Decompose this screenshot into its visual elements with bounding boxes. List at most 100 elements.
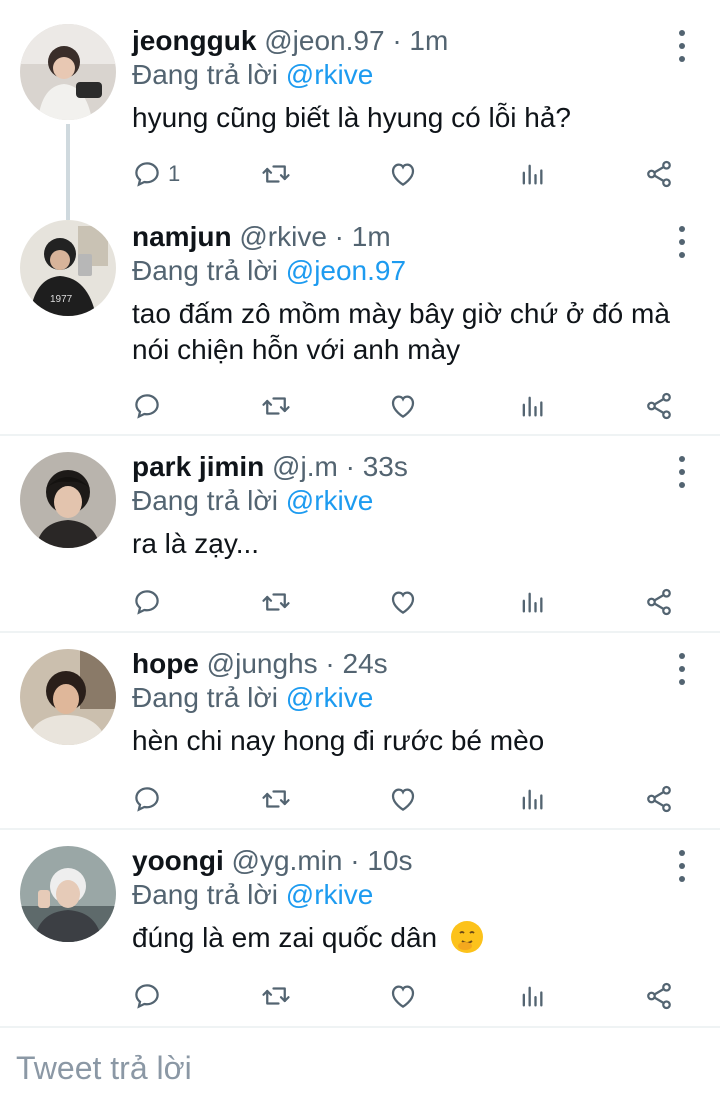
tweet-text: tao đấm zô mồm mày bây giờ chứ ở đó mà n… [132,298,670,365]
retweet-icon [262,165,290,183]
separator: · [334,221,344,252]
separator: · [345,451,355,482]
avatar[interactable] [20,846,116,942]
retweet-button[interactable] [260,976,292,1016]
separator: · [350,845,360,876]
retweet-button[interactable] [260,154,292,194]
reply-icon [135,984,159,1009]
user-handle[interactable]: @jeon.97 [264,25,384,56]
heart-icon [391,985,415,1008]
more-options-icon[interactable] [670,653,694,685]
analytics-button[interactable] [518,582,546,622]
more-options-icon[interactable] [670,226,694,258]
analytics-icon [522,789,543,810]
share-button[interactable] [644,154,674,194]
tweet-actions [132,976,692,1016]
display-name[interactable]: park jimin [132,451,264,482]
timestamp[interactable]: 10s [367,845,412,876]
share-button[interactable] [644,582,674,622]
reply-button[interactable] [132,976,168,1016]
reply-icon [135,162,159,187]
replying-to-label: Đang trả lời [132,59,278,90]
like-button[interactable] [388,154,418,194]
timestamp[interactable]: 1m [352,221,391,252]
like-button[interactable] [388,976,418,1016]
share-icon [647,785,671,813]
tweet-text-content: đúng là em zai quốc dân [132,922,438,953]
heart-icon [391,591,415,614]
replying-to-label: Đang trả lời [132,682,278,713]
more-options-icon[interactable] [670,456,694,488]
tweet-namjun[interactable]: 1977 namjun @rkive · 1m Đang trả lời @je… [0,196,720,434]
more-options-icon[interactable] [670,850,694,882]
share-icon [647,392,671,420]
avatar[interactable] [20,649,116,745]
retweet-button[interactable] [260,582,292,622]
tweet-header: namjun @rkive · 1m [132,220,391,254]
tweet-text: hyung cũng biết là hyung có lỗi hả? [132,102,571,133]
replying-to: Đang trả lời @rkive [132,681,373,715]
timestamp[interactable]: 33s [363,451,408,482]
analytics-button[interactable] [518,779,546,819]
analytics-button[interactable] [518,386,546,426]
display-name[interactable]: yoongi [132,845,224,876]
share-icon [647,160,671,188]
replying-to: Đang trả lời @rkive [132,878,373,912]
display-name[interactable]: jeongguk [132,25,256,56]
like-button[interactable] [388,386,418,426]
mention-link[interactable]: @jeon.97 [286,255,406,286]
tweet-hope[interactable]: hope @junghs · 24s Đang trả lời @rkive h… [0,623,720,829]
tweet-actions [132,582,692,622]
tweet-text: hèn chi nay hong đi rước bé mèo [132,725,545,756]
separator: · [392,25,402,56]
analytics-icon [522,592,543,613]
reply-input[interactable]: Tweet trả lời [16,1050,192,1087]
share-icon [647,982,671,1010]
user-handle[interactable]: @j.m [272,451,338,482]
timestamp[interactable]: 24s [343,648,388,679]
mention-link[interactable]: @rkive [286,59,374,90]
share-button[interactable] [644,779,674,819]
share-button[interactable] [644,976,674,1016]
like-button[interactable] [388,779,418,819]
like-button[interactable] [388,582,418,622]
separator: · [325,648,335,679]
display-name[interactable]: namjun [132,221,232,252]
reply-button[interactable] [132,386,168,426]
retweet-button[interactable] [260,779,292,819]
replying-to-label: Đang trả lời [132,255,278,286]
user-handle[interactable]: @rkive [239,221,327,252]
replying-to: Đang trả lời @jeon.97 [132,254,406,288]
heart-icon [391,788,415,811]
display-name[interactable]: hope [132,648,199,679]
timestamp[interactable]: 1m [409,25,448,56]
mention-link[interactable]: @rkive [286,879,374,910]
user-handle[interactable]: @junghs [207,648,318,679]
avatar[interactable] [20,24,116,120]
tweet-yoongi[interactable]: yoongi @yg.min · 10s Đang trả lời @rkive… [0,820,720,1026]
giggle-emoji-icon [450,921,483,953]
avatar[interactable] [20,452,116,548]
reply-compose-bar[interactable]: Tweet trả lời [0,1028,720,1115]
tweet-text: đúng là em zai quốc dân [132,920,702,956]
analytics-icon [522,986,543,1007]
tweet-actions: 1 [132,154,692,194]
replying-to: Đang trả lời @rkive [132,58,373,92]
tweet-park-jimin[interactable]: park jimin @j.m · 33s Đang trả lời @rkiv… [0,426,720,632]
retweet-button[interactable] [260,386,292,426]
analytics-button[interactable] [518,976,546,1016]
reply-button[interactable] [132,779,168,819]
tweet-jeongguk[interactable]: jeongguk @jeon.97 · 1m Đang trả lời @rki… [0,0,720,220]
share-icon [647,588,671,616]
user-handle[interactable]: @yg.min [232,845,343,876]
share-button[interactable] [644,386,674,426]
avatar[interactable]: 1977 [20,220,116,316]
more-options-icon[interactable] [670,30,694,62]
retweet-icon [262,593,290,611]
reply-button[interactable] [132,582,168,622]
mention-link[interactable]: @rkive [286,485,374,516]
mention-link[interactable]: @rkive [286,682,374,713]
reply-button[interactable]: 1 [132,154,180,194]
analytics-button[interactable] [518,154,546,194]
heart-icon [391,395,415,418]
